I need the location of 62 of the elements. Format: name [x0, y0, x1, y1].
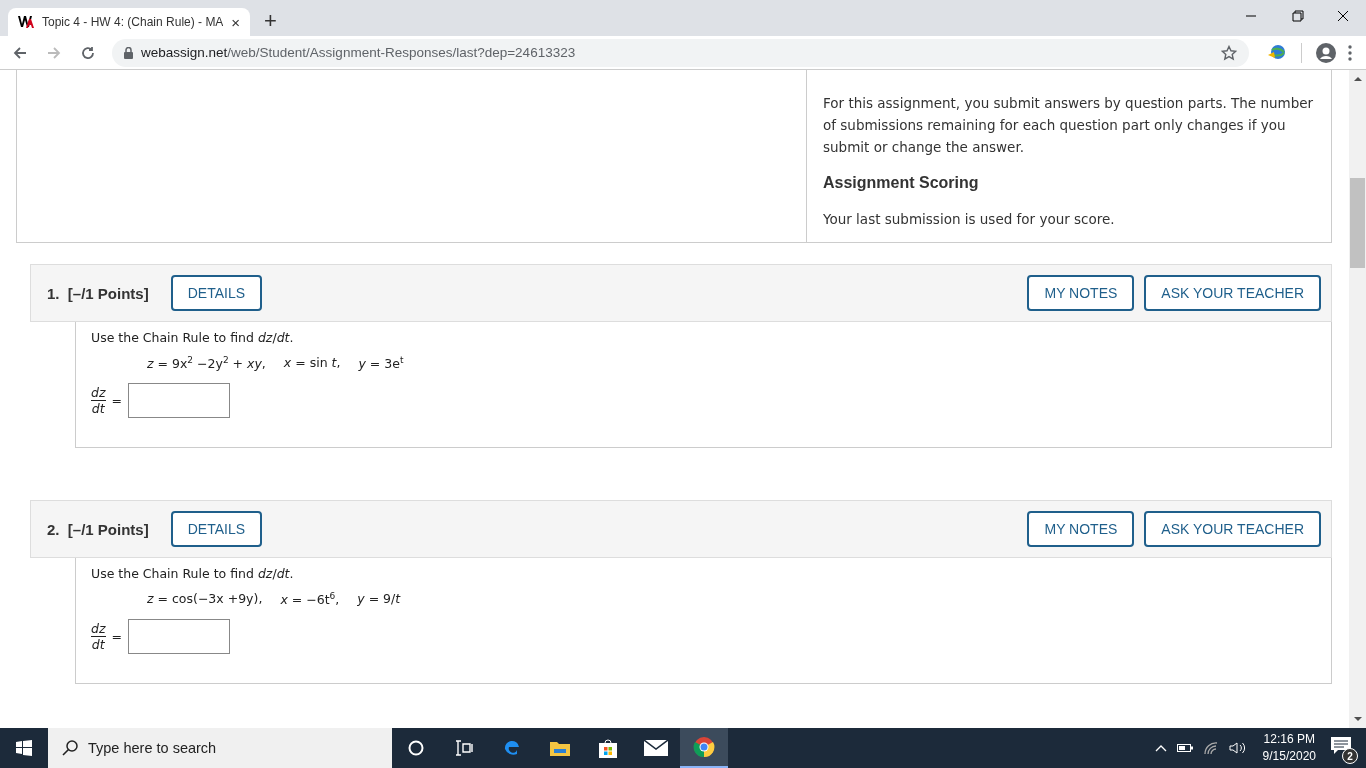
scroll-down-icon[interactable] — [1353, 716, 1362, 722]
edge-browser-icon[interactable] — [502, 738, 522, 758]
menu-icon[interactable] — [1348, 44, 1352, 61]
equation-text: z = cos(−3x +9y), — [147, 591, 263, 608]
my-notes-button[interactable]: MY NOTES — [1027, 511, 1135, 547]
scoring-heading: Assignment Scoring — [823, 173, 980, 193]
clock-date: 9/15/2020 — [1262, 748, 1316, 765]
back-arrow-icon[interactable] — [12, 44, 28, 61]
question-prompt: Use the Chain Rule to find dz/dt. — [91, 330, 295, 345]
question-points: 1. [–/1 Points] — [47, 284, 149, 302]
notification-count-badge: 2 — [1342, 748, 1358, 764]
search-icon — [62, 740, 78, 756]
scroll-up-icon[interactable] — [1353, 76, 1362, 82]
speaker-icon[interactable] — [1228, 741, 1247, 755]
windows-logo-icon — [16, 740, 32, 756]
scrollbar-thumb[interactable] — [1350, 178, 1365, 268]
details-button[interactable]: DETAILS — [170, 275, 262, 311]
scoring-text: Your last submission is used for your score. — [823, 210, 1116, 229]
taskbar-search-field[interactable]: Type here to search — [48, 728, 392, 768]
question-prompt: Use the Chain Rule to find dz/dt. — [91, 566, 295, 581]
my-notes-button[interactable]: MY NOTES — [1027, 275, 1135, 311]
globe-download-icon[interactable] — [1267, 43, 1287, 62]
new-tab-button[interactable]: + — [264, 8, 277, 34]
equation-text: x = sin t, — [283, 355, 341, 372]
address-bar[interactable]: webassign.net/web/Student/Assignment-Responses/last?dep=24613323 — [112, 38, 1249, 67]
info-paragraph: For this assignment, you submit answers by question parts. The number of submissions remaining for each question part only changes if you submit or change the answer. — [823, 94, 1315, 157]
chrome-logo-icon — [693, 736, 715, 758]
browser-tab[interactable]: Topic 4 - HW 4: (Chain Rule) - MA × — [8, 8, 250, 36]
lock-icon — [124, 46, 133, 59]
taskbar-clock[interactable]: 12:16 PM 9/15/2020 — [1262, 731, 1316, 765]
task-view-icon[interactable] — [455, 740, 473, 756]
mail-envelope-icon[interactable] — [644, 740, 668, 756]
answer-field[interactable] — [128, 383, 230, 419]
answer-field[interactable] — [128, 619, 230, 655]
chrome-taskbar-button[interactable] — [680, 728, 728, 768]
ask-your-teacher-button[interactable]: ASK YOUR TEACHER — [1144, 275, 1321, 311]
details-button[interactable]: DETAILS — [170, 511, 262, 547]
fraction-text: dz dt — [91, 621, 106, 653]
question-points: 2. [–/1 Points] — [47, 520, 149, 538]
cortana-circle-icon[interactable] — [408, 740, 424, 756]
equation-text: x = −6t$^{6}$, — [280, 591, 340, 608]
tab-close-button[interactable]: × — [231, 13, 240, 31]
equation-text: z = 9x$^{2}$ −2y$^{2}$ + xy, — [147, 355, 266, 372]
url-text: webassign.net/web/Student/Assignment-Responses/last?dep=24613323 — [141, 45, 576, 60]
equation-text: y = 9/t — [357, 591, 401, 608]
reload-icon[interactable] — [80, 44, 96, 61]
scrollbar[interactable] — [1349, 70, 1366, 728]
chevron-up-icon[interactable] — [1154, 744, 1167, 752]
equation-text: y = 3e$^{t}$ — [358, 355, 404, 372]
wifi-icon[interactable] — [1202, 741, 1219, 755]
ask-your-teacher-button[interactable]: ASK YOUR TEACHER — [1144, 511, 1321, 547]
profile-icon[interactable] — [1316, 42, 1336, 63]
star-icon[interactable] — [1221, 44, 1237, 61]
tab-title: Topic 4 - HW 4: (Chain Rule) - MA — [42, 15, 224, 29]
folder-icon[interactable] — [550, 740, 570, 756]
webassign-logo-icon — [18, 15, 34, 29]
store-bag-icon[interactable] — [598, 738, 618, 758]
equals-sign: = — [111, 393, 122, 409]
battery-icon[interactable] — [1176, 743, 1193, 753]
equals-sign: = — [111, 629, 122, 645]
fraction-text: dz dt — [91, 385, 106, 417]
clock-time: 12:16 PM — [1263, 731, 1315, 748]
